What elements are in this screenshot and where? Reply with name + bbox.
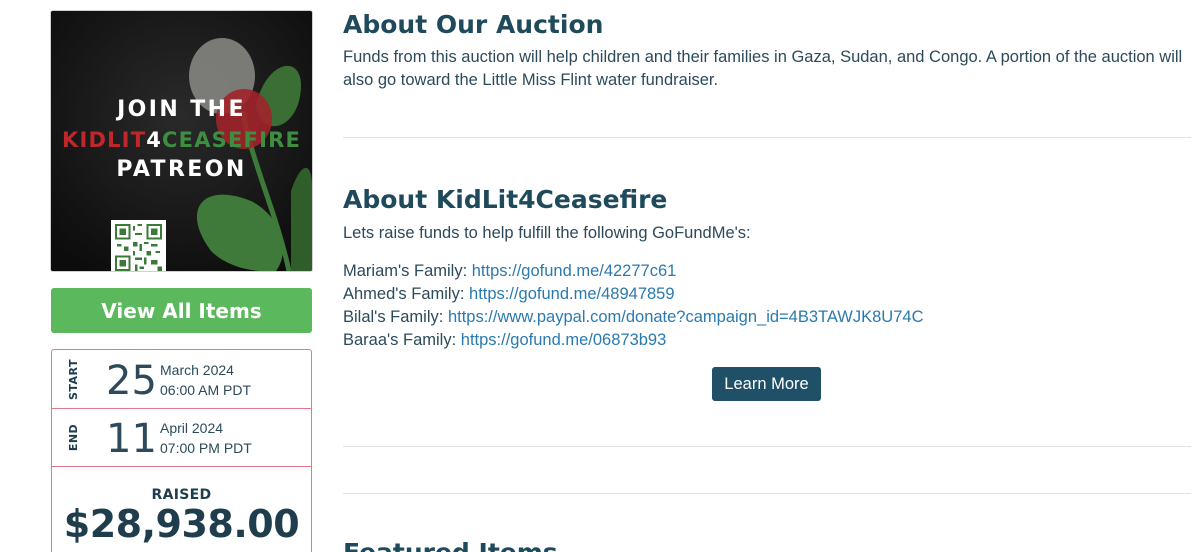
about-kidlit-heading: About KidLit4Ceasefire bbox=[343, 185, 668, 214]
raised-label: RAISED bbox=[151, 487, 212, 503]
family-label: Mariam's Family: bbox=[343, 262, 468, 280]
promo-line-join: JOIN THE bbox=[117, 97, 246, 122]
end-label: END bbox=[67, 423, 81, 452]
start-date-row: START 25 March 2024 06:00 AM PDT bbox=[52, 350, 311, 409]
view-all-items-button[interactable]: View All Items bbox=[51, 288, 312, 333]
list-item: Ahmed's Family: https://gofund.me/489478… bbox=[343, 283, 923, 306]
featured-items-heading: Featured Items bbox=[343, 538, 558, 552]
list-item: Bilal's Family: https://www.paypal.com/d… bbox=[343, 306, 923, 329]
learn-more-button[interactable]: Learn More bbox=[712, 367, 821, 401]
start-label: START bbox=[67, 358, 81, 400]
end-month-year: April 2024 bbox=[160, 420, 224, 436]
end-date-row: END 11 April 2024 07:00 PM PDT bbox=[52, 409, 311, 467]
promo-line-patreon: PATREON bbox=[116, 157, 247, 182]
raised-amount: $28,938.00 bbox=[63, 502, 300, 546]
list-item: Baraa's Family: https://gofund.me/06873b… bbox=[343, 329, 923, 352]
gofundme-link[interactable]: https://gofund.me/48947859 bbox=[469, 285, 675, 303]
gofundme-link[interactable]: https://gofund.me/42277c61 bbox=[472, 262, 677, 280]
start-time: 06:00 AM PDT bbox=[160, 382, 252, 398]
about-kidlit-intro: Lets raise funds to help fulfill the fol… bbox=[343, 224, 751, 242]
section-divider bbox=[343, 137, 1191, 138]
about-auction-heading: About Our Auction bbox=[343, 10, 604, 39]
patreon-promo-image[interactable]: JOIN THE KIDLIT4CEASEFIRE PATREON bbox=[51, 11, 312, 271]
gofundme-link[interactable]: https://gofund.me/06873b93 bbox=[461, 331, 667, 349]
section-divider bbox=[343, 446, 1191, 447]
family-fundraiser-list: Mariam's Family: https://gofund.me/42277… bbox=[343, 260, 923, 352]
about-auction-text: Funds from this auction will help childr… bbox=[343, 48, 1183, 89]
promo-line-kidlit: KIDLIT4CEASEFIRE bbox=[51, 128, 312, 152]
start-month-year: March 2024 bbox=[160, 362, 234, 378]
auction-dates-panel: START 25 March 2024 06:00 AM PDT END 11 … bbox=[51, 349, 312, 552]
paypal-link[interactable]: https://www.paypal.com/donate?campaign_i… bbox=[448, 308, 924, 326]
end-time: 07:00 PM PDT bbox=[160, 440, 252, 456]
end-meta: April 2024 07:00 PM PDT bbox=[160, 418, 252, 458]
end-day: 11 bbox=[106, 416, 157, 462]
promo-four: 4 bbox=[146, 128, 163, 152]
list-item: Mariam's Family: https://gofund.me/42277… bbox=[343, 260, 923, 283]
family-label: Baraa's Family: bbox=[343, 331, 457, 349]
qr-code-icon bbox=[111, 220, 166, 271]
promo-ceasefire-word: CEASEFIRE bbox=[162, 128, 302, 152]
family-label: Ahmed's Family: bbox=[343, 285, 465, 303]
start-day: 25 bbox=[106, 358, 157, 404]
promo-kidlit-word: KIDLIT bbox=[61, 128, 147, 152]
family-label: Bilal's Family: bbox=[343, 308, 444, 326]
start-meta: March 2024 06:00 AM PDT bbox=[160, 360, 251, 400]
section-divider bbox=[343, 493, 1191, 494]
